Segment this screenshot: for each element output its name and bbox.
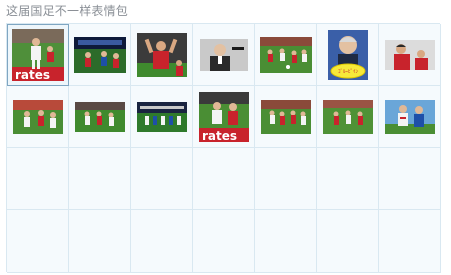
sticker-thumbnail: ｺﾞﾙｰﾋﾟｲﾝ — [327, 29, 368, 80]
sticker-thumbnail — [384, 39, 435, 70]
empty-cell — [317, 148, 379, 210]
sticker-thumbnail — [384, 99, 435, 134]
empty-cell — [131, 148, 193, 210]
empty-cell — [255, 210, 317, 273]
sticker-cell-6[interactable]: ｺﾞﾙｰﾋﾟｲﾝ — [317, 24, 379, 86]
empty-cell — [131, 210, 193, 273]
sticker-overlay-text: rates — [202, 129, 237, 142]
sticker-thumbnail — [74, 101, 125, 132]
sticker-cell-9[interactable] — [69, 86, 131, 148]
sticker-cell-3[interactable] — [131, 24, 193, 86]
sticker-thumbnail — [260, 99, 311, 134]
sticker-thumbnail — [136, 32, 187, 77]
panel-title: 这届国足不一样表情包 — [6, 4, 129, 18]
empty-cell — [7, 210, 69, 273]
sticker-cell-11[interactable]: rates — [193, 86, 255, 148]
sticker-cell-13[interactable] — [317, 86, 379, 148]
empty-cell — [193, 148, 255, 210]
empty-cell — [379, 210, 441, 273]
sticker-thumbnail — [259, 36, 312, 73]
sticker-cell-14[interactable] — [379, 86, 441, 148]
sticker-cell-2[interactable] — [69, 24, 131, 86]
empty-cell — [193, 210, 255, 273]
sticker-thumbnail: rates — [11, 28, 64, 81]
sticker-overlay-text: ｺﾞﾙｰﾋﾟｲﾝ — [337, 68, 358, 75]
sticker-thumbnail — [12, 99, 63, 134]
sticker-thumbnail — [73, 36, 126, 73]
sticker-thumbnail — [199, 38, 248, 71]
sticker-cell-1[interactable]: rates — [7, 24, 69, 86]
sticker-thumbnail: rates — [198, 91, 249, 142]
sticker-cell-10[interactable] — [131, 86, 193, 148]
sticker-cell-8[interactable] — [7, 86, 69, 148]
sticker-thumbnail — [322, 99, 373, 134]
empty-cell — [69, 148, 131, 210]
empty-cell — [255, 148, 317, 210]
sticker-cell-4[interactable] — [193, 24, 255, 86]
empty-cell — [379, 148, 441, 210]
sticker-grid: rates ｺﾞﾙｰﾋﾟｲﾝ rates — [6, 23, 441, 273]
sticker-cell-12[interactable] — [255, 86, 317, 148]
sticker-cell-7[interactable] — [379, 24, 441, 86]
sticker-thumbnail — [136, 101, 187, 132]
empty-cell — [7, 148, 69, 210]
empty-cell — [317, 210, 379, 273]
sticker-overlay-text: rates — [15, 68, 50, 81]
empty-cell — [69, 210, 131, 273]
sticker-cell-5[interactable] — [255, 24, 317, 86]
